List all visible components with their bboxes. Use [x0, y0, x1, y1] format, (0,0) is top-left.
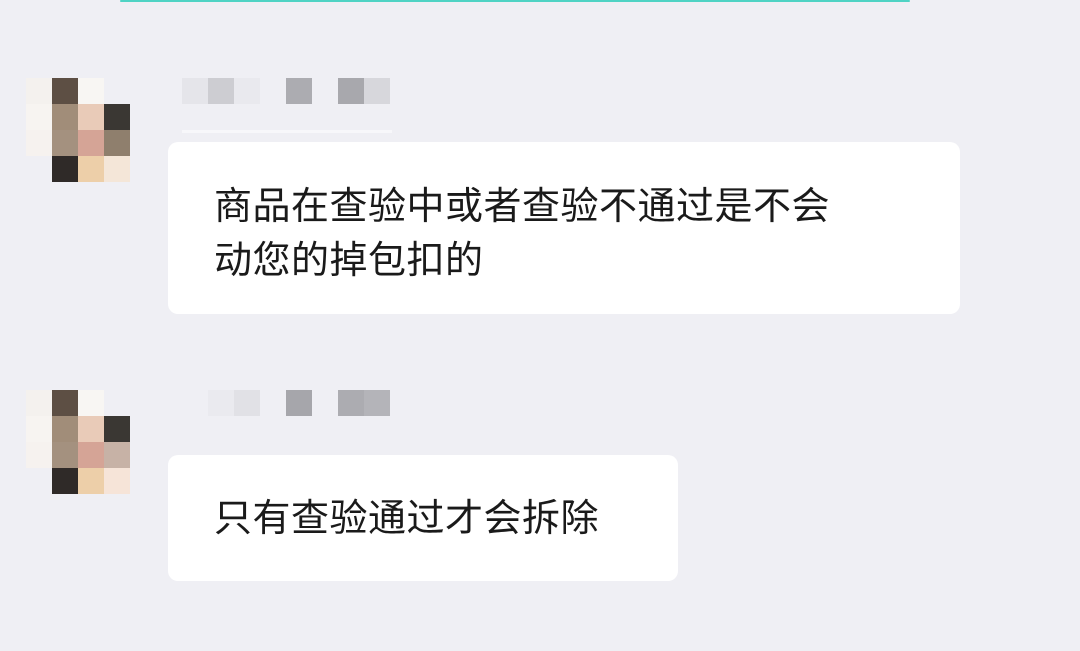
message-text-line-1: 商品在查验中或者查验不通过是不会	[214, 184, 831, 228]
sender-name-blurred	[182, 390, 392, 416]
top-divider	[120, 0, 910, 2]
sender-name-blurred	[182, 78, 392, 104]
message-text: 只有查验通过才会拆除	[214, 496, 600, 540]
message-text-line-2: 动您的掉包扣的	[214, 238, 484, 282]
message-bubble[interactable]: 只有查验通过才会拆除	[168, 455, 678, 581]
avatar[interactable]	[26, 78, 156, 183]
divider-line	[182, 130, 392, 133]
avatar[interactable]	[26, 390, 156, 495]
message-bubble[interactable]: 商品在查验中或者查验不通过是不会 动您的掉包扣的	[168, 142, 960, 314]
